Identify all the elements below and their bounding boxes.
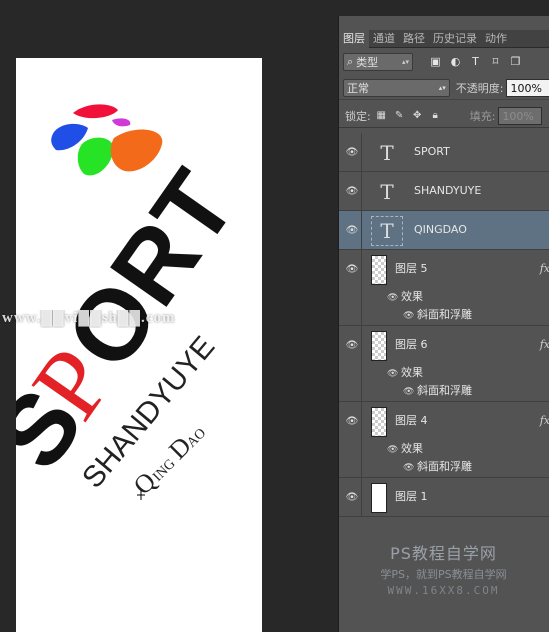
layer-name[interactable]: 图层 5 xyxy=(395,250,428,288)
layer-row-sport[interactable]: 👁︎ T SPORT xyxy=(339,133,549,172)
eye-icon[interactable]: 👁︎ xyxy=(387,441,401,459)
eye-icon[interactable]: 👁︎ xyxy=(343,172,361,210)
lock-icons: ▦ ✎ ✥ 🔒︎ xyxy=(375,109,442,122)
layer-thumbnail xyxy=(371,255,387,285)
layer-row-layer6[interactable]: 👁︎ 图层 6 fx 👁︎ 效果 👁︎ 斜面和浮雕 xyxy=(339,326,549,402)
poster-artwork: S P ORT SHANDYUYE Q ING D AO xyxy=(16,104,257,500)
effects-row[interactable]: 👁︎ 效果 xyxy=(387,288,423,306)
watermark-subtitle: 学PS，就到PS教程自学网 xyxy=(380,568,507,581)
effect-row[interactable]: 👁︎ 斜面和浮雕 xyxy=(403,458,472,476)
eye-icon[interactable]: 👁︎ xyxy=(343,133,361,171)
type-filter-icon[interactable]: T xyxy=(467,53,484,70)
fx-icon[interactable]: fx xyxy=(540,250,549,288)
eye-icon[interactable]: 👁︎ xyxy=(343,326,361,364)
layer-name[interactable]: QINGDAO xyxy=(414,211,467,249)
effects-label: 效果 xyxy=(401,366,423,379)
shape-filter-icon[interactable]: ⌑ xyxy=(487,53,504,70)
tab-channels[interactable]: 通道 xyxy=(369,30,399,48)
tab-history[interactable]: 历史记录 xyxy=(429,30,481,48)
search-icon: ⌕ xyxy=(347,54,354,68)
blend-mode-label: 正常 xyxy=(347,81,369,95)
watermark-url: WWW.16XX8.COM xyxy=(387,584,500,597)
fx-icon[interactable]: fx xyxy=(540,326,549,364)
layer-row-layer4[interactable]: 👁︎ 图层 4 fx 👁︎ 效果 👁︎ 斜面和浮雕 xyxy=(339,402,549,478)
fx-icon[interactable]: fx xyxy=(540,402,549,440)
layer-name[interactable]: 图层 6 xyxy=(395,326,428,364)
layer-name[interactable]: SHANDYUYE xyxy=(414,172,481,210)
canvas-watermark: www.██vi██sh██.com xyxy=(2,310,176,326)
effect-label: 斜面和浮雕 xyxy=(417,384,472,397)
layer-row-qingdao[interactable]: 👁︎ T QINGDAO xyxy=(339,211,549,250)
site-watermark: PS教程自学网 学PS，就到PS教程自学网 WWW.16XX8.COM xyxy=(338,540,549,597)
layer-name[interactable]: 图层 4 xyxy=(395,402,428,440)
eye-icon[interactable]: 👁︎ xyxy=(343,250,361,288)
effect-row[interactable]: 👁︎ 斜面和浮雕 xyxy=(403,306,472,324)
layer-filter-row: ⌕ 类型 ▴▾ ▣ ◐ T ⌑ ❐ xyxy=(339,49,549,74)
layer-thumbnail xyxy=(371,331,387,361)
document-canvas[interactable]: S P ORT SHANDYUYE Q ING D AO xyxy=(16,58,262,632)
effect-label: 斜面和浮雕 xyxy=(417,460,472,473)
effect-row[interactable]: 👁︎ 斜面和浮雕 xyxy=(403,382,472,400)
layer-name[interactable]: SPORT xyxy=(414,133,450,171)
tab-paths[interactable]: 路径 xyxy=(399,30,429,48)
eye-icon[interactable]: 👁︎ xyxy=(403,307,417,325)
fill-label: 填充: xyxy=(469,109,496,123)
eye-icon[interactable]: 👁︎ xyxy=(343,402,361,440)
eye-icon[interactable]: 👁︎ xyxy=(387,365,401,383)
layer-kind-select[interactable]: ⌕ 类型 ▴▾ xyxy=(343,52,413,71)
type-layer-icon: T xyxy=(380,180,394,204)
type-layer-icon: T xyxy=(380,141,394,165)
lock-label: 锁定: xyxy=(345,109,371,123)
type-layer-icon: T xyxy=(371,216,403,246)
opacity-input[interactable]: 100% xyxy=(506,78,549,97)
eye-icon[interactable]: 👁︎ xyxy=(403,459,417,477)
layer-row-layer5[interactable]: 👁︎ 图层 5 fx 👁︎ 效果 👁︎ 斜面和浮雕 xyxy=(339,250,549,326)
adjustment-filter-icon[interactable]: ◐ xyxy=(447,53,464,70)
effects-row[interactable]: 👁︎ 效果 xyxy=(387,364,423,382)
lock-row: 锁定: ▦ ✎ ✥ 🔒︎ 填充: 100% xyxy=(339,104,549,128)
effects-label: 效果 xyxy=(401,442,423,455)
image-filter-icon[interactable]: ▣ xyxy=(427,53,444,70)
layer-thumbnail xyxy=(371,407,387,437)
eye-icon[interactable]: 👁︎ xyxy=(403,383,417,401)
panel-tabs: 图层 通道 路径 历史记录 动作 xyxy=(339,30,549,48)
lock-all-icon[interactable]: 🔒︎ xyxy=(429,109,442,122)
logo-petal-green xyxy=(77,137,114,176)
watermark-title: PS教程自学网 xyxy=(390,544,497,563)
logo-petal-red xyxy=(73,104,118,119)
logo-graphic xyxy=(51,104,163,176)
blend-row: 正常 ▴▾ 不透明度: 100% xyxy=(339,76,549,100)
fill-input[interactable]: 100% xyxy=(498,106,543,125)
layer-row-shandyuye[interactable]: 👁︎ T SHANDYUYE xyxy=(339,172,549,211)
layer-kind-label: 类型 xyxy=(356,55,379,69)
opacity-label: 不透明度: xyxy=(455,81,504,95)
logo-petal-magenta xyxy=(112,118,131,127)
eye-icon[interactable]: 👁︎ xyxy=(343,211,361,249)
tab-actions[interactable]: 动作 xyxy=(481,30,511,48)
blend-mode-select[interactable]: 正常 ▴▾ xyxy=(343,78,450,97)
filter-icons: ▣ ◐ T ⌑ ❐ xyxy=(427,53,524,70)
chevron-updown-icon: ▴▾ xyxy=(438,83,446,92)
eye-icon[interactable]: 👁︎ xyxy=(343,478,361,516)
eye-icon[interactable]: 👁︎ xyxy=(387,289,401,307)
chevron-updown-icon: ▴▾ xyxy=(401,57,409,66)
effects-label: 效果 xyxy=(401,290,423,303)
tab-layers[interactable]: 图层 xyxy=(339,30,369,48)
effect-label: 斜面和浮雕 xyxy=(417,308,472,321)
layer-thumbnail xyxy=(371,483,387,513)
effects-row[interactable]: 👁︎ 效果 xyxy=(387,440,423,458)
smart-object-filter-icon[interactable]: ❐ xyxy=(507,53,524,70)
lock-transparent-icon[interactable]: ▦ xyxy=(375,109,388,122)
canvas-area[interactable]: S P ORT SHANDYUYE Q ING D AO www.██vi██s… xyxy=(0,0,338,632)
layer-row-layer1[interactable]: 👁︎ 图层 1 xyxy=(339,478,549,517)
layer-name[interactable]: 图层 1 xyxy=(395,478,428,516)
logo-petal-orange xyxy=(110,129,163,172)
lock-brush-icon[interactable]: ✎ xyxy=(393,109,406,122)
lock-position-icon[interactable]: ✥ xyxy=(411,109,424,122)
layers-list: 👁︎ T SPORT 👁︎ T SHANDYUYE 👁︎ T QINGDAO 👁… xyxy=(339,133,549,517)
